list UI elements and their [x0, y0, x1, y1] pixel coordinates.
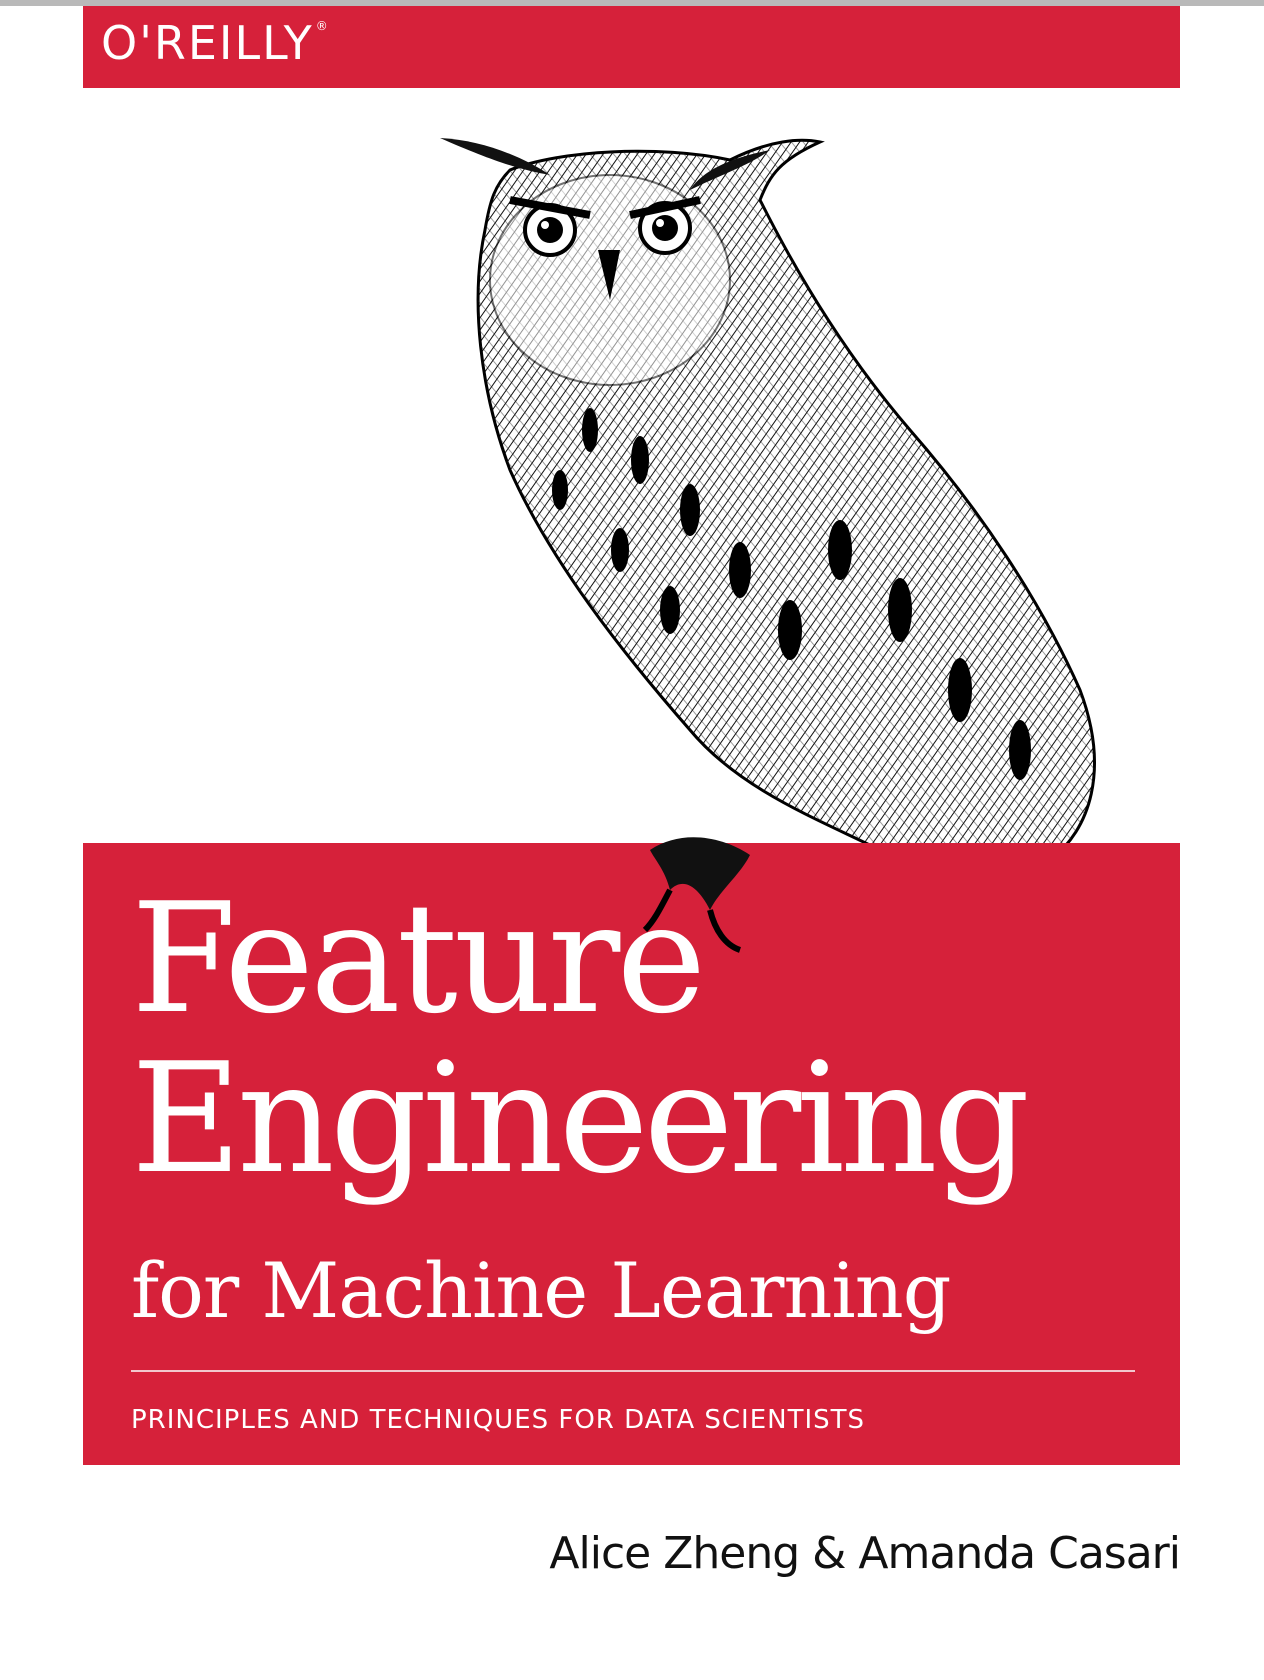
title-line-3: for Machine Learning [131, 1246, 951, 1335]
registered-mark: ® [315, 19, 328, 33]
title-divider [131, 1370, 1135, 1372]
publisher-bar: O'REILLY ® [83, 6, 1180, 88]
publisher-logo: O'REILLY ® [101, 20, 328, 66]
title-line-2: Engineering [131, 1030, 1030, 1207]
owl-ear-tuft-left [440, 138, 550, 175]
authors: Alice Zheng & Amanda Casari [549, 1528, 1181, 1579]
title-block: Feature Engineering for Machine Learning… [83, 843, 1180, 1465]
subtitle: PRINCIPLES AND TECHNIQUES FOR DATA SCIEN… [131, 1405, 866, 1435]
publisher-name: O'REILLY [101, 16, 314, 70]
title-line-1: Feature [131, 870, 706, 1047]
